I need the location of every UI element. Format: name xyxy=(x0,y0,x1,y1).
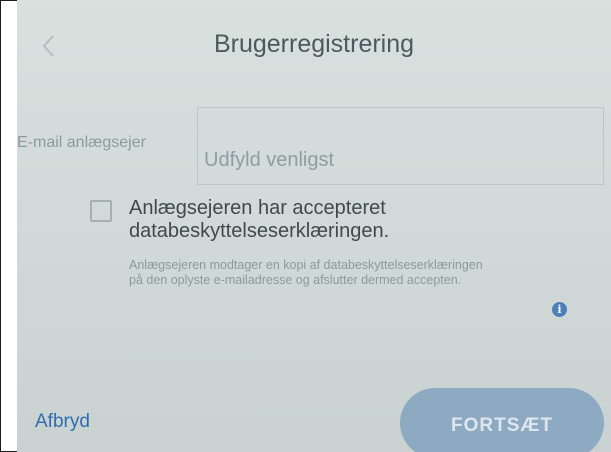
registration-screen: Brugerregistrering E-mail anlægsejer Anl… xyxy=(17,0,611,452)
consent-title: Anlægsejeren har accepteret databeskytte… xyxy=(129,197,390,242)
info-icon[interactable]: i xyxy=(552,302,567,317)
consent-note: Anlægsejeren modtager en kopi af databes… xyxy=(129,258,483,287)
email-label: E-mail anlægsejer xyxy=(17,134,146,151)
page-title: Brugerregistrering xyxy=(213,30,415,58)
consent-checkbox[interactable] xyxy=(90,200,112,222)
email-field[interactable] xyxy=(197,107,604,185)
cancel-button[interactable]: Afbryd xyxy=(35,411,90,433)
continue-button[interactable]: FORTSÆT xyxy=(400,388,604,452)
